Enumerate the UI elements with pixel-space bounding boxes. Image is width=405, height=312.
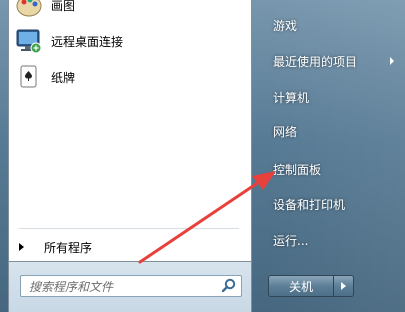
menu-item-games[interactable]: 游戏 xyxy=(263,12,398,38)
menu-item-label: 控制面板 xyxy=(273,162,322,177)
menu-item-computer[interactable]: 计算机 xyxy=(263,84,398,110)
start-menu-programs-pane: 画图 远程桌面连接 纸牌 所有程序 xyxy=(8,0,252,262)
all-programs-item[interactable]: 所有程序 xyxy=(9,236,251,258)
menu-item-label: 游戏 xyxy=(273,18,298,33)
program-item-solitaire[interactable]: 纸牌 xyxy=(9,60,251,94)
menu-item-label: 网络 xyxy=(273,124,298,139)
remote-desktop-icon xyxy=(15,27,43,55)
program-label: 纸牌 xyxy=(51,70,76,85)
menu-item-label: 最近使用的项目 xyxy=(273,54,358,69)
menu-item-label: 设备和打印机 xyxy=(273,197,346,212)
paint-icon xyxy=(15,0,43,19)
menu-item-recent-items[interactable]: 最近使用的项目 xyxy=(263,48,398,74)
program-item-paint[interactable]: 画图 xyxy=(9,0,251,22)
shutdown-button[interactable]: 关机 xyxy=(268,275,334,297)
menu-item-network[interactable]: 网络 xyxy=(263,118,398,144)
search-input[interactable]: 搜索程序和文件 xyxy=(20,275,242,297)
search-placeholder: 搜索程序和文件 xyxy=(29,279,114,294)
menu-item-run[interactable]: 运行... xyxy=(263,227,398,253)
program-label: 远程桌面连接 xyxy=(51,34,124,49)
shutdown-label: 关机 xyxy=(288,279,313,294)
menu-item-label: 运行... xyxy=(273,233,309,248)
solitaire-icon xyxy=(15,63,43,91)
menu-item-control-panel[interactable]: 控制面板 xyxy=(263,156,398,182)
divider xyxy=(19,228,239,229)
shutdown-options-button[interactable] xyxy=(334,275,354,297)
submenu-arrow-icon xyxy=(390,57,394,65)
program-label: 画图 xyxy=(51,0,76,13)
search-icon xyxy=(221,278,237,294)
all-programs-label: 所有程序 xyxy=(44,240,93,255)
menu-item-label: 计算机 xyxy=(273,90,310,105)
chevron-right-icon xyxy=(19,243,24,251)
menu-item-devices-printers[interactable]: 设备和打印机 xyxy=(263,191,398,217)
program-item-remote-desktop[interactable]: 远程桌面连接 xyxy=(9,24,251,58)
